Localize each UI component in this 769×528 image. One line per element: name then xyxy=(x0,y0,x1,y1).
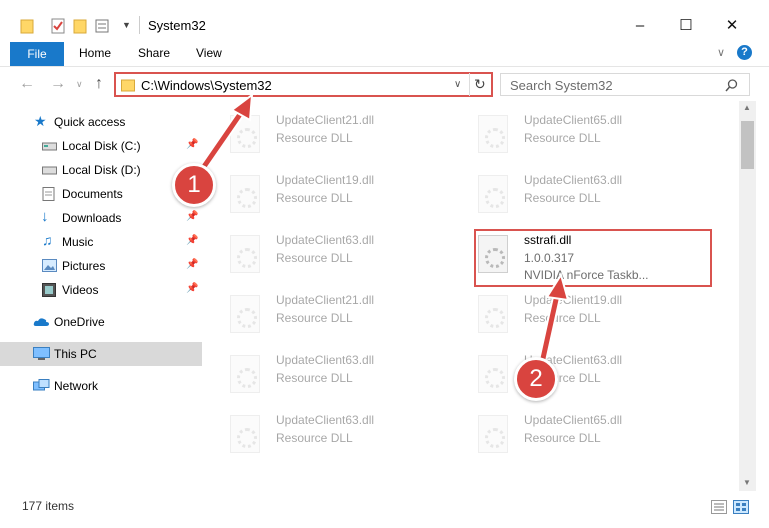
arrow-1 xyxy=(198,92,254,173)
arrow-2 xyxy=(535,272,570,377)
annotation-arrows xyxy=(198,92,570,377)
step-2-badge: 2 xyxy=(514,357,558,401)
step-1-badge: 1 xyxy=(172,163,216,207)
